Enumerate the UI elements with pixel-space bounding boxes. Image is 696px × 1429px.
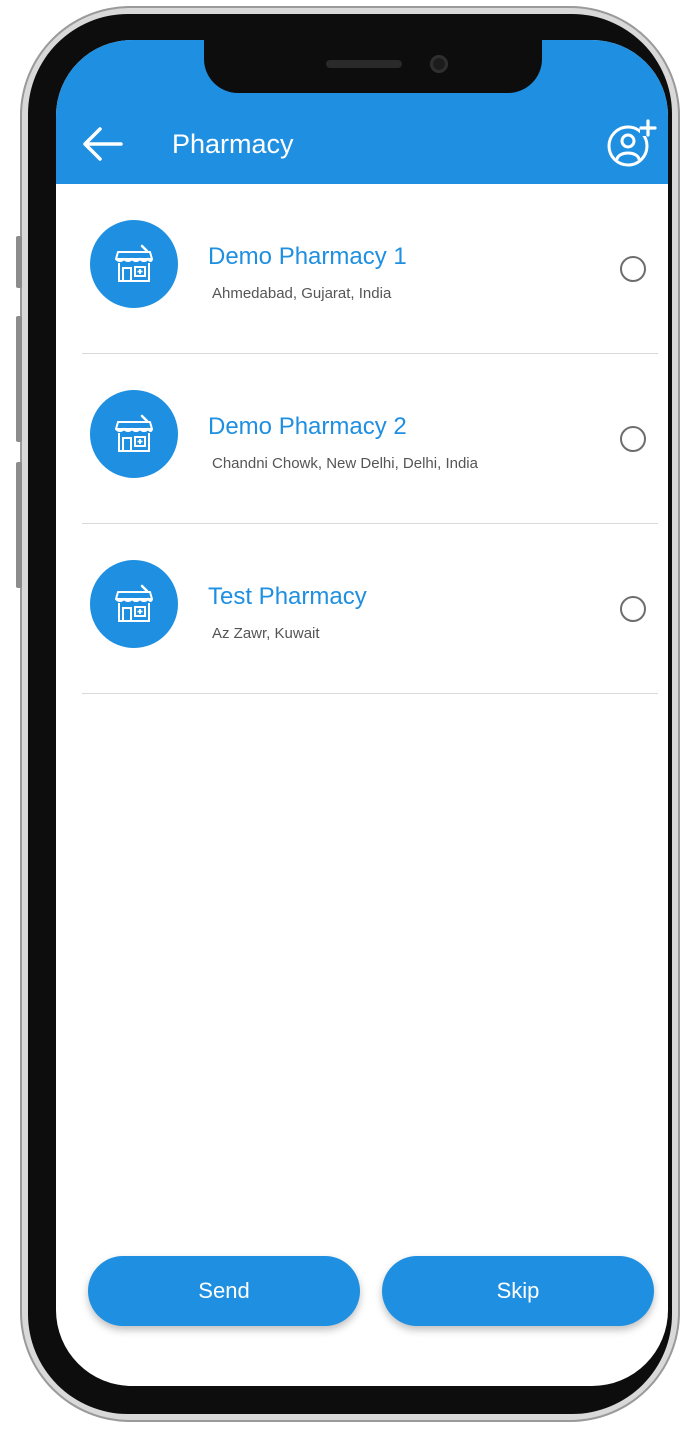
- page-title: Pharmacy: [172, 129, 294, 159]
- side-button: [16, 462, 22, 588]
- pharmacy-store-icon: [115, 584, 153, 622]
- back-button[interactable]: [80, 126, 124, 162]
- camera-icon: [430, 55, 448, 73]
- pharmacy-avatar: [90, 560, 178, 648]
- pharmacy-store-icon: [115, 244, 153, 282]
- list-item[interactable]: Test Pharmacy Az Zawr, Kuwait: [56, 524, 668, 694]
- skip-button[interactable]: Skip: [382, 1256, 654, 1326]
- select-radio[interactable]: [620, 596, 646, 622]
- pharmacy-name: Demo Pharmacy 2: [208, 413, 407, 440]
- pharmacy-address: Az Zawr, Kuwait: [212, 625, 320, 642]
- add-user-icon: [607, 119, 657, 167]
- select-radio[interactable]: [620, 256, 646, 282]
- pharmacy-address: Chandni Chowk, New Delhi, Delhi, India: [212, 455, 478, 472]
- pharmacy-name: Test Pharmacy: [208, 583, 367, 610]
- list-item[interactable]: Demo Pharmacy 2 Chandni Chowk, New Delhi…: [56, 354, 668, 524]
- select-radio[interactable]: [620, 426, 646, 452]
- page: Pharmacy Demo Pharmacy 1 Ahmedabad, Guja…: [0, 0, 696, 1429]
- list-item[interactable]: Demo Pharmacy 1 Ahmedabad, Gujarat, Indi…: [56, 184, 668, 354]
- pharmacy-address: Ahmedabad, Gujarat, India: [212, 285, 392, 302]
- side-button: [16, 236, 22, 288]
- send-button[interactable]: Send: [88, 1256, 360, 1326]
- side-button: [16, 316, 22, 442]
- pharmacy-name: Demo Pharmacy 1: [208, 243, 407, 270]
- phone-notch: [204, 40, 542, 93]
- add-user-button[interactable]: [604, 116, 658, 170]
- pharmacy-avatar: [90, 220, 178, 308]
- arrow-left-icon: [83, 127, 123, 161]
- pharmacy-store-icon: [115, 414, 153, 452]
- pharmacy-avatar: [90, 390, 178, 478]
- pharmacy-list: Demo Pharmacy 1 Ahmedabad, Gujarat, Indi…: [56, 184, 668, 694]
- phone-screen: Pharmacy Demo Pharmacy 1 Ahmedabad, Guja…: [56, 40, 668, 1386]
- speaker-grille: [326, 60, 402, 68]
- list-divider: [82, 693, 658, 694]
